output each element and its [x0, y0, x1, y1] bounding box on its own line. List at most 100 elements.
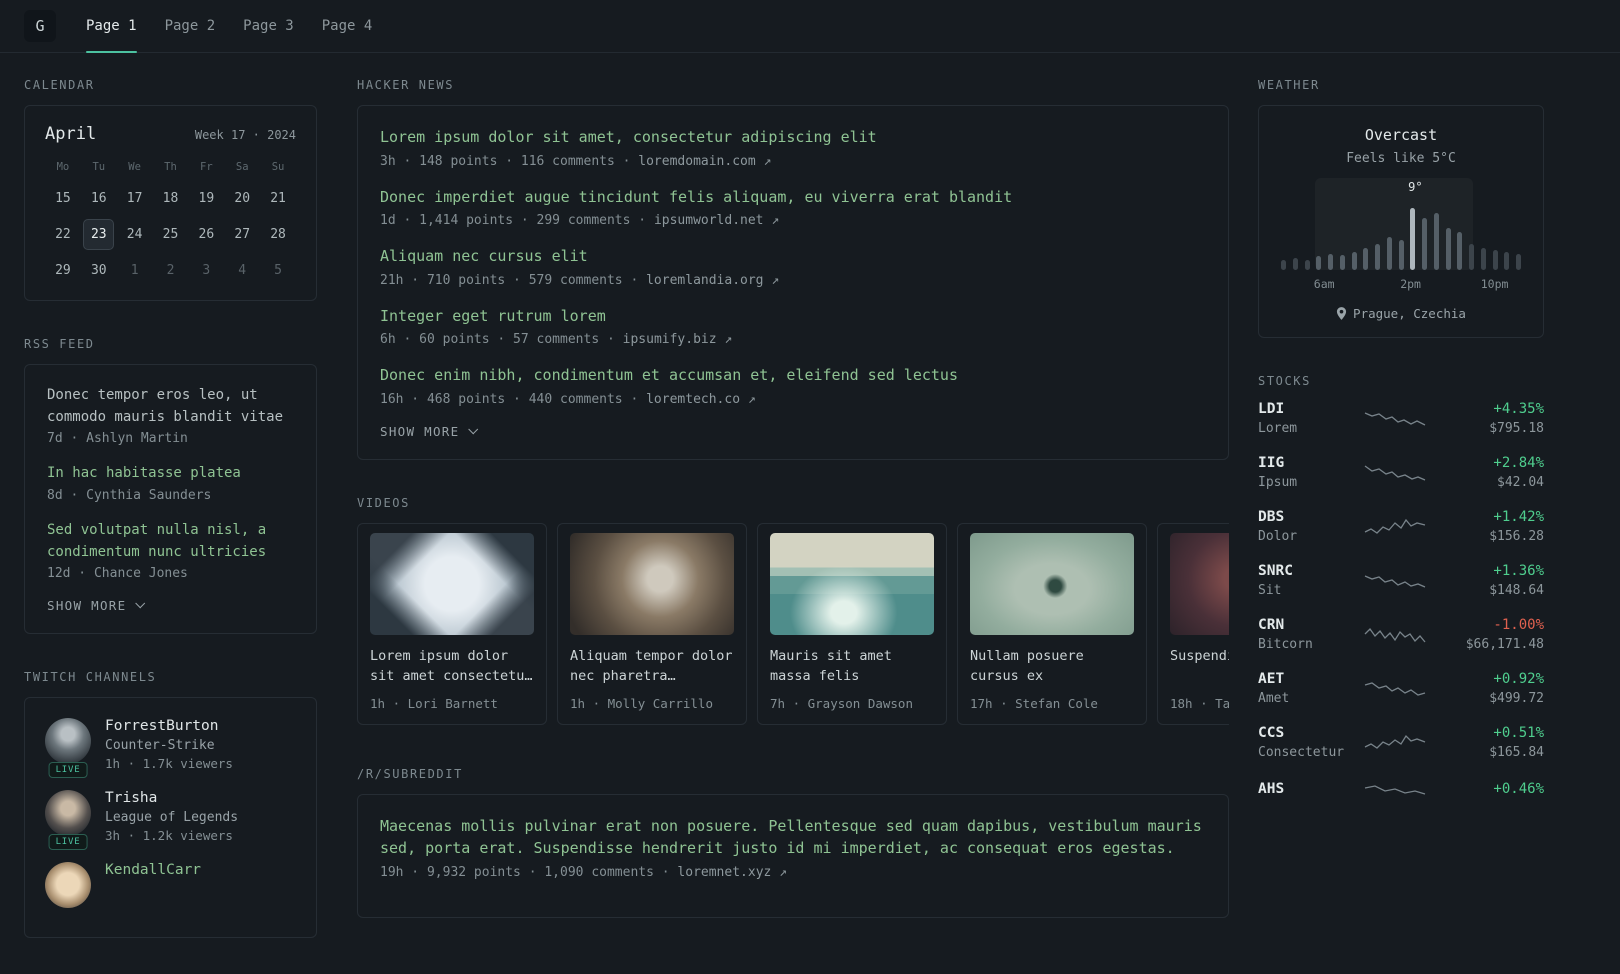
video-card[interactable]: Nullam posuere cursus ex 17h · Stefan Co…	[957, 522, 1147, 725]
tab-page-4[interactable]: Page 4	[322, 0, 373, 52]
subreddit-post-domain[interactable]: loremnet.xyz ↗	[677, 865, 787, 880]
channel-name: KendallCarr	[105, 862, 202, 879]
weather-hour-bar	[1316, 256, 1322, 270]
hackernews-item: Donec enim nibh, condimentum et accumsan…	[380, 364, 1206, 407]
stock-row[interactable]: DBS Dolor +1.42% $156.28	[1258, 509, 1544, 544]
stock-row[interactable]: CRN Bitcorn -1.00% $66,171.48	[1258, 617, 1544, 652]
twitch-channel[interactable]: LIVE Trisha League of Legends 3h · 1.2k …	[45, 790, 296, 851]
stock-row[interactable]: AET Amet +0.92% $499.72	[1258, 671, 1544, 706]
channel-info: KendallCarr	[105, 862, 201, 908]
weather-hour-bar	[1281, 260, 1286, 270]
rss-item: Donec tempor eros leo, ut commodo mauris…	[47, 385, 294, 446]
video-title: Suspendisse diam	[1170, 647, 1229, 664]
video-meta: 17h · Stefan Cole	[970, 695, 1098, 711]
calendar-weekday: Mo	[56, 161, 70, 173]
twitch-widget: TWITCH CHANNELS LIVE ForrestBurton Count…	[24, 670, 317, 939]
hackernews-item-domain[interactable]: loremtech.co ↗	[646, 392, 756, 407]
video-card[interactable]: Lorem ipsum dolor sit amet consectetu… 1…	[357, 522, 547, 725]
subreddit-post-info: 19h · 9,932 points · 1,090 comments ·	[380, 864, 670, 880]
calendar-day: 3	[202, 263, 211, 278]
stock-row[interactable]: SNRC Sit +1.36% $148.64	[1258, 563, 1544, 598]
channel-game: Counter-Strike	[105, 738, 215, 754]
stock-symbol: SNRC	[1258, 563, 1293, 579]
subreddit-post-title[interactable]: Maecenas mollis pulvinar erat non posuer…	[380, 815, 1206, 860]
stock-price: $66,171.48	[1465, 637, 1544, 652]
rss-item-meta: 12d · Chance Jones	[47, 566, 188, 582]
calendar-week-label: Week 17 · 2024	[194, 128, 296, 142]
weather-hour-bar	[1410, 208, 1416, 270]
calendar-weekday: Fr	[200, 161, 213, 173]
weather-hour-bar	[1339, 255, 1345, 270]
video-thumbnail	[970, 532, 1134, 635]
rss-item-title[interactable]: Sed volutpat nulla nisl, a condimentum n…	[47, 520, 294, 563]
hackernews-item-title[interactable]: Integer eget rutrum lorem	[380, 305, 1206, 328]
channel-info: ForrestBurton Counter-Strike 1h · 1.7k v…	[105, 718, 233, 771]
rss-show-more-button[interactable]: SHOW MORE	[47, 598, 146, 613]
video-card[interactable]: Mauris sit amet massa felis 7h · Grayson…	[757, 522, 947, 725]
stock-change: +0.92%	[1493, 671, 1544, 687]
rss-item: In hac habitasse platea 8d · Cynthia Sau…	[47, 463, 294, 503]
hackernews-item-domain[interactable]: loremlandia.org ↗	[646, 273, 779, 288]
video-title: Nullam posuere cursus ex	[970, 647, 1084, 685]
stock-id: AET Amet	[1258, 671, 1352, 706]
hackernews-item-title[interactable]: Donec imperdiet augue tincidunt felis al…	[380, 186, 1206, 209]
hackernews-item-domain[interactable]: ipsumify.biz ↗	[623, 332, 733, 347]
subreddit-post: Maecenas mollis pulvinar erat non posuer…	[380, 815, 1206, 880]
tab-page-2[interactable]: Page 2	[165, 0, 216, 52]
weather-hour-bar	[1492, 250, 1498, 270]
stock-price: $499.72	[1489, 691, 1544, 706]
calendar-day: 22	[55, 227, 71, 242]
stock-sparkline	[1364, 734, 1426, 749]
stock-sparkline	[1364, 518, 1426, 534]
calendar-weekday: Th	[164, 161, 177, 173]
hackernews-card: Lorem ipsum dolor sit amet, consectetur …	[357, 105, 1229, 460]
weather-hour-bar	[1469, 244, 1474, 270]
stock-row[interactable]: CCS Consectetur +0.51% $165.84	[1258, 725, 1544, 760]
hackernews-item-title[interactable]: Aliquam nec cursus elit	[380, 245, 1206, 268]
calendar-day: 30	[90, 263, 107, 278]
stock-id: LDI Lorem	[1258, 401, 1352, 436]
rss-item-meta: 8d · Cynthia Saunders	[47, 488, 212, 504]
twitch-channel[interactable]: LIVE ForrestBurton Counter-Strike 1h · 1…	[45, 718, 296, 779]
stock-values: +2.84% $42.04	[1438, 455, 1544, 490]
tab-page-3[interactable]: Page 3	[243, 0, 294, 52]
stock-row[interactable]: AHS +0.46%	[1258, 779, 1544, 803]
hackernews-item-info: 6h · 60 points · 57 comments ·	[380, 332, 615, 347]
weather-hour-bar	[1328, 254, 1333, 270]
hackernews-item-info: 1d · 1,414 points · 299 comments ·	[380, 213, 647, 228]
hackernews-item-title[interactable]: Lorem ipsum dolor sit amet, consectetur …	[380, 126, 1206, 149]
hackernews-item-title[interactable]: Donec enim nibh, condimentum et accumsan…	[380, 364, 1206, 387]
top-nav: G Page 1 Page 2 Page 3 Page 4	[0, 0, 1620, 53]
stock-values: +1.42% $156.28	[1438, 509, 1544, 544]
video-thumbnail	[770, 532, 934, 635]
hackernews-item-domain[interactable]: loremdomain.com ↗	[638, 154, 771, 169]
weather-card: Overcast Feels like 5°C 9° 6am 2pm 10pm	[1258, 105, 1544, 338]
rss-item-title[interactable]: In hac habitasse platea	[47, 463, 294, 485]
stock-name: Dolor	[1258, 529, 1298, 544]
stock-name: Lorem	[1258, 421, 1298, 436]
calendar-day: 2	[166, 263, 175, 278]
videos-row: Lorem ipsum dolor sit amet consectetu… 1…	[357, 522, 1229, 725]
rss-item-title[interactable]: Donec tempor eros leo, ut commodo mauris…	[47, 385, 294, 428]
stock-name: Sit	[1258, 583, 1282, 598]
calendar-widget: CALENDAR April Week 17 · 2024 Mo Tu We Th Fr…	[24, 78, 317, 301]
calendar-day: 4	[238, 263, 247, 278]
stock-sparkline	[1364, 627, 1426, 642]
video-card[interactable]: Suspendisse diam 18h · Tara	[1157, 522, 1229, 725]
stock-change: +4.35%	[1493, 401, 1544, 417]
video-card[interactable]: Aliquam tempor dolor nec pharetra… 1h · …	[557, 522, 747, 725]
twitch-channel[interactable]: KendallCarr	[45, 862, 296, 909]
hackernews-item-domain[interactable]: ipsumworld.net ↗	[654, 213, 779, 228]
weather-time-label: 10pm	[1480, 277, 1509, 291]
hackernews-show-more-button[interactable]: SHOW MORE	[380, 424, 479, 439]
weather-time-labels: 6am 2pm 10pm	[1281, 277, 1521, 292]
stock-values: +0.46%	[1438, 781, 1544, 801]
stock-symbol: AHS	[1258, 781, 1285, 797]
stock-row[interactable]: IIG Ipsum +2.84% $42.04	[1258, 455, 1544, 490]
tab-page-1[interactable]: Page 1	[86, 0, 137, 53]
hackernews-item-meta: 6h · 60 points · 57 comments · ipsumify.…	[380, 332, 1206, 347]
stock-price: $148.64	[1489, 583, 1544, 598]
video-title: Lorem ipsum dolor sit amet consectetu…	[370, 647, 533, 685]
calendar-day: 26	[198, 227, 215, 242]
stock-row[interactable]: LDI Lorem +4.35% $795.18	[1258, 401, 1544, 436]
